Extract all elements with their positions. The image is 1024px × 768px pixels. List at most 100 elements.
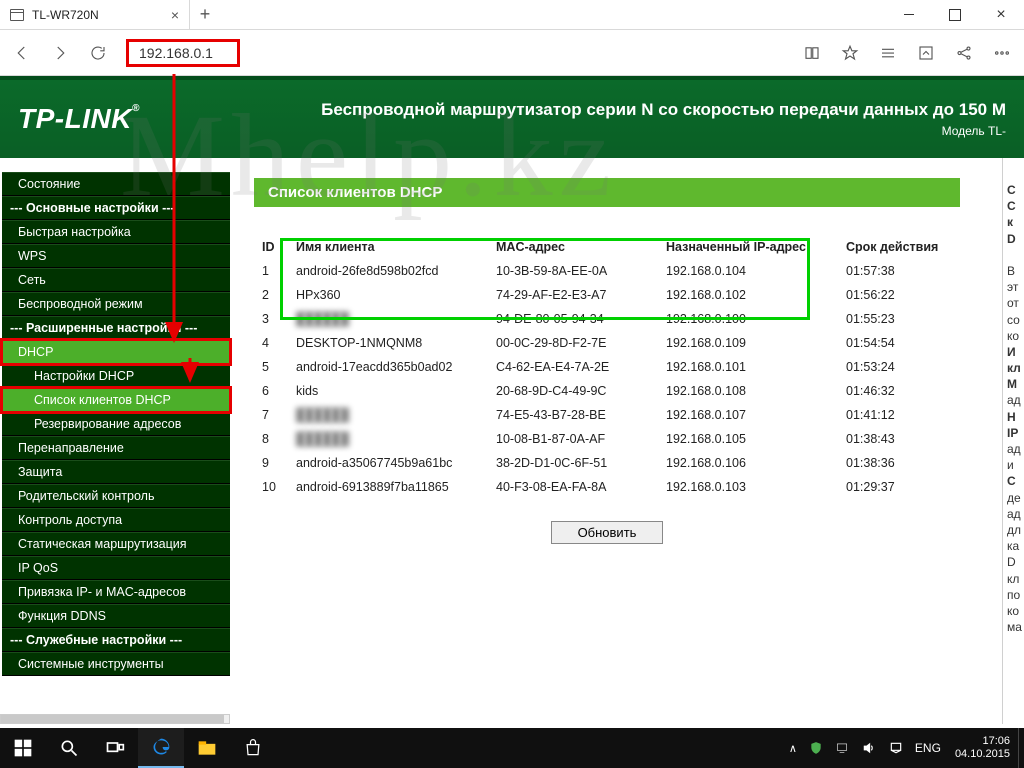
cell-lease: 01:41:12: [838, 403, 960, 427]
cell-ip: 192.168.0.102: [658, 283, 838, 307]
nav-access-control[interactable]: Контроль доступа: [2, 508, 230, 532]
back-button[interactable]: [12, 43, 32, 63]
nav-ip-mac-binding[interactable]: Привязка IP- и MAC-адресов: [2, 580, 230, 604]
table-row: 6kids20-68-9D-C4-49-9C192.168.0.10801:46…: [254, 379, 960, 403]
table-row: 7██████74-E5-43-B7-28-BE192.168.0.10701:…: [254, 403, 960, 427]
cell-ip: 192.168.0.109: [658, 331, 838, 355]
col-ip: Назначенный IP-адрес: [658, 235, 838, 259]
cell-mac: 20-68-9D-C4-49-9C: [488, 379, 658, 403]
cell-mac: 74-29-AF-E2-E3-A7: [488, 283, 658, 307]
table-row: 1android-26fe8d598b02fcd10-3B-59-8A-EE-0…: [254, 259, 960, 283]
refresh-button[interactable]: Обновить: [551, 521, 664, 544]
window-titlebar: TL-WR720N × + ×: [0, 0, 1024, 30]
browser-toolbar: 192.168.0.1: [0, 30, 1024, 76]
nav-forwarding[interactable]: Перенаправление: [2, 436, 230, 460]
col-mac: MAC-адрес: [488, 235, 658, 259]
forward-button[interactable]: [50, 43, 70, 63]
table-header-row: ID Имя клиента MAC-адрес Назначенный IP-…: [254, 235, 960, 259]
tray-security-icon[interactable]: [809, 741, 823, 755]
start-button[interactable]: [0, 728, 46, 768]
cell-ip: 192.168.0.105: [658, 427, 838, 451]
show-desktop-button[interactable]: [1018, 728, 1024, 768]
cell-lease: 01:29:37: [838, 475, 960, 499]
router-header: TP-LINK® Беспроводной маршрутизатор сери…: [0, 76, 1024, 158]
taskview-icon[interactable]: [92, 728, 138, 768]
file-explorer-icon[interactable]: [184, 728, 230, 768]
nav-dhcp-reserve[interactable]: Резервирование адресов: [2, 412, 230, 436]
cell-lease: 01:46:32: [838, 379, 960, 403]
cell-mac: 40-F3-08-EA-FA-8A: [488, 475, 658, 499]
reading-view-icon[interactable]: [802, 43, 822, 63]
cell-id: 7: [254, 403, 288, 427]
nav-security[interactable]: Защита: [2, 460, 230, 484]
cell-ip: 192.168.0.103: [658, 475, 838, 499]
cell-ip: 192.168.0.107: [658, 403, 838, 427]
header-description: Беспроводной маршрутизатор серии N со ск…: [180, 100, 1006, 120]
search-icon[interactable]: [46, 728, 92, 768]
nav-network[interactable]: Сеть: [2, 268, 230, 292]
nav-status[interactable]: Состояние: [2, 172, 230, 196]
cell-lease: 01:38:43: [838, 427, 960, 451]
tray-network-icon[interactable]: [835, 741, 849, 755]
table-row: 4DESKTOP-1NMQNM800-0C-29-8D-F2-7E192.168…: [254, 331, 960, 355]
window-close-button[interactable]: ×: [978, 0, 1024, 29]
nav-parental[interactable]: Родительский контроль: [2, 484, 230, 508]
sidebar-nav: Состояние --- Основные настройки --- Быс…: [2, 172, 230, 676]
cell-name: ██████: [288, 307, 488, 331]
window-minimize-button[interactable]: [886, 0, 932, 29]
tray-language[interactable]: ENG: [915, 741, 941, 755]
nav-header-basic: --- Основные настройки ---: [2, 196, 230, 220]
table-row: 2HPx36074-29-AF-E2-E3-A7192.168.0.10201:…: [254, 283, 960, 307]
share-icon[interactable]: [954, 43, 974, 63]
cell-ip: 192.168.0.100: [658, 307, 838, 331]
cell-lease: 01:53:24: [838, 355, 960, 379]
cell-id: 3: [254, 307, 288, 331]
window-maximize-button[interactable]: [932, 0, 978, 29]
col-id: ID: [254, 235, 288, 259]
nav-system-tools[interactable]: Системные инструменты: [2, 652, 230, 676]
cell-mac: 74-E5-43-B7-28-BE: [488, 403, 658, 427]
cell-id: 10: [254, 475, 288, 499]
page-icon: [10, 9, 24, 21]
nav-dhcp-settings[interactable]: Настройки DHCP: [2, 364, 230, 388]
sidebar-scrollbar[interactable]: [0, 714, 230, 724]
cell-id: 6: [254, 379, 288, 403]
cell-name: android-6913889f7ba11865: [288, 475, 488, 499]
hub-icon[interactable]: [878, 43, 898, 63]
favorite-icon[interactable]: [840, 43, 860, 63]
cell-ip: 192.168.0.101: [658, 355, 838, 379]
tray-volume-icon[interactable]: [861, 741, 877, 755]
webnote-icon[interactable]: [916, 43, 936, 63]
tray-notification-icon[interactable]: [889, 741, 903, 755]
cell-id: 9: [254, 451, 288, 475]
col-lease: Срок действия: [838, 235, 960, 259]
edge-taskbar-icon[interactable]: [138, 728, 184, 768]
more-icon[interactable]: [992, 43, 1012, 63]
cell-mac: 10-08-B1-87-0A-AF: [488, 427, 658, 451]
address-bar[interactable]: 192.168.0.1: [126, 38, 240, 68]
new-tab-button[interactable]: +: [190, 0, 220, 29]
brand-logo: TP-LINK®: [18, 103, 140, 135]
browser-tab[interactable]: TL-WR720N ×: [0, 0, 190, 29]
nav-wps[interactable]: WPS: [2, 244, 230, 268]
nav-dhcp[interactable]: DHCP: [2, 340, 230, 364]
cell-ip: 192.168.0.104: [658, 259, 838, 283]
page-title: Список клиентов DHCP: [254, 178, 960, 207]
nav-wireless[interactable]: Беспроводной режим: [2, 292, 230, 316]
tab-title: TL-WR720N: [32, 8, 99, 22]
header-model: Модель TL-: [180, 124, 1006, 138]
cell-mac: 94-DE-80-05-94-34: [488, 307, 658, 331]
tray-chevron-icon[interactable]: ∧: [789, 742, 797, 755]
col-name: Имя клиента: [288, 235, 488, 259]
tab-close-icon[interactable]: ×: [171, 7, 179, 23]
nav-static-routing[interactable]: Статическая маршрутизация: [2, 532, 230, 556]
nav-ddns[interactable]: Функция DDNS: [2, 604, 230, 628]
cell-id: 5: [254, 355, 288, 379]
taskbar-clock[interactable]: 17:06 04.10.2015: [947, 735, 1018, 760]
cell-name: HPx360: [288, 283, 488, 307]
nav-ip-qos[interactable]: IP QoS: [2, 556, 230, 580]
nav-quick-setup[interactable]: Быстрая настройка: [2, 220, 230, 244]
refresh-button[interactable]: [88, 43, 108, 63]
nav-dhcp-clients[interactable]: Список клиентов DHCP: [2, 388, 230, 412]
store-icon[interactable]: [230, 728, 276, 768]
